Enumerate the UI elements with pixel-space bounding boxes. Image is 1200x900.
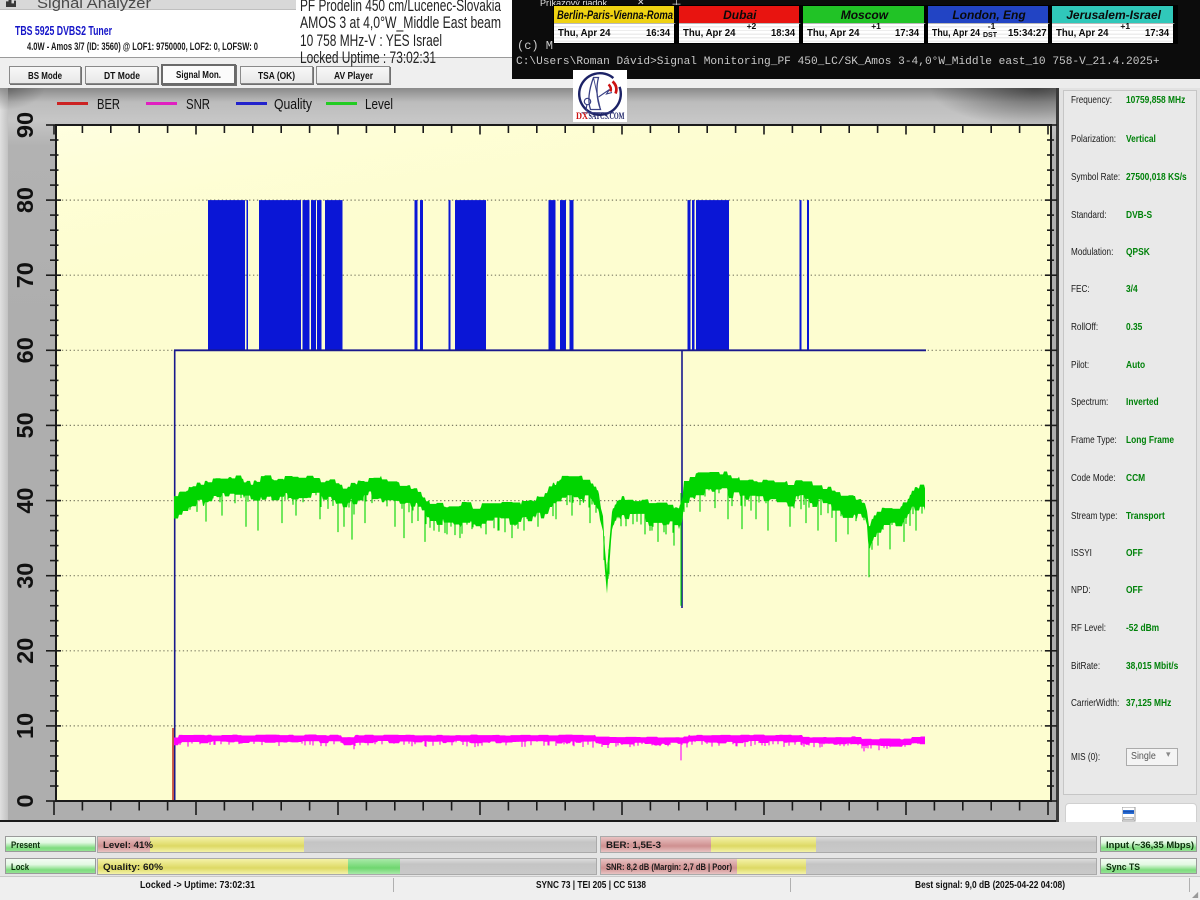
svg-text:20: 20 <box>12 638 38 664</box>
svg-text:10: 10 <box>12 713 38 739</box>
svg-text:50: 50 <box>12 412 38 438</box>
svg-text:70: 70 <box>12 262 38 288</box>
svg-text:SATCS.COM: SATCS.COM <box>589 111 625 121</box>
svg-text:40: 40 <box>12 488 38 514</box>
svg-text:80: 80 <box>12 187 38 213</box>
svg-text:90: 90 <box>12 112 38 138</box>
svg-text:60: 60 <box>12 337 38 363</box>
svg-text:0: 0 <box>12 794 38 807</box>
svg-text:30: 30 <box>12 563 38 589</box>
svg-text:DX: DX <box>576 111 588 121</box>
